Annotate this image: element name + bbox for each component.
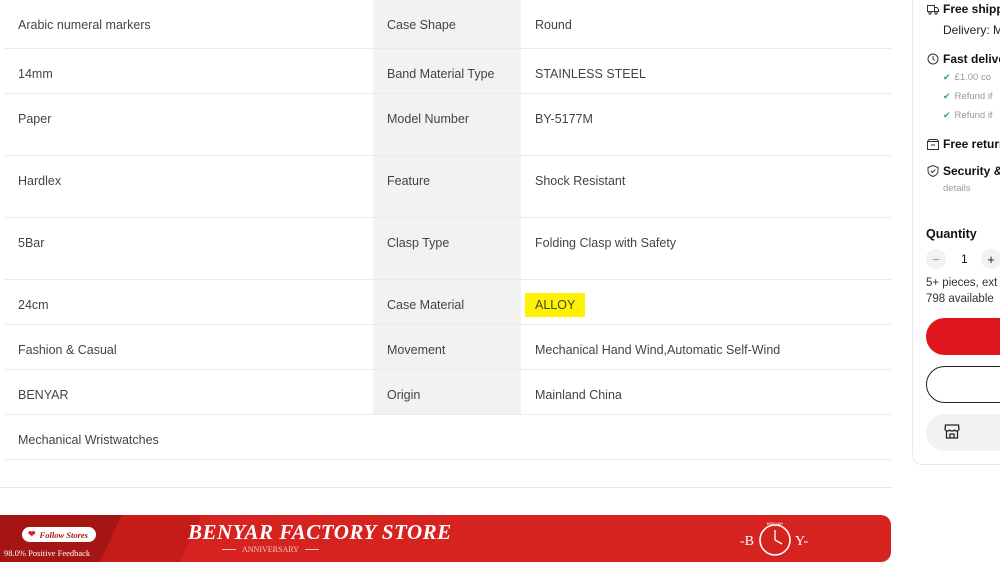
spec-value: 14mm — [4, 48, 373, 94]
spec-label: Model Number — [373, 93, 521, 156]
spec-value: Hardlex — [4, 155, 373, 218]
heart-icon: ❤ — [28, 529, 36, 539]
quantity-label: Quantity — [926, 227, 977, 241]
spec-row: Hardlex Feature Shock Resistant — [4, 155, 892, 218]
spec-label: Clasp Type — [373, 217, 521, 280]
security-title: Security & — [943, 164, 1000, 178]
section-divider — [0, 487, 892, 488]
spec-row: Paper Model Number BY-5177M — [4, 93, 892, 156]
truck-icon — [927, 3, 939, 15]
buy-now-button[interactable] — [926, 318, 1000, 355]
spec-row: 14mm Band Material Type STAINLESS STEEL — [4, 48, 892, 94]
spec-value: 5Bar — [4, 217, 373, 280]
logo-small-text: BENYAR — [767, 521, 783, 526]
delivery-text: Delivery: M — [943, 23, 1000, 37]
store-banner[interactable]: ❤ Follow Stores 98.0% Positive Feedback … — [0, 515, 891, 562]
tagline-line — [222, 549, 236, 550]
spec-value: Round — [521, 0, 892, 49]
check-icon: ✔ — [943, 110, 951, 120]
free-returns-title: Free return — [943, 137, 1000, 151]
store-icon — [944, 424, 960, 444]
spec-row: Arabic numeral markers Case Shape Round — [4, 0, 892, 49]
store-name[interactable]: BENYAR FACTORY STORE — [188, 520, 452, 545]
spec-value: Paper — [4, 93, 373, 156]
spec-value: Fashion & Casual — [4, 324, 373, 370]
follow-label: Follow Stores — [39, 529, 88, 540]
free-shipping-title: Free shipp — [943, 2, 1000, 16]
follow-store-button[interactable]: ❤ Follow Stores — [22, 527, 96, 542]
fast-delivery-item: ✔ Refund if — [943, 110, 993, 121]
check-icon: ✔ — [943, 91, 951, 101]
fast-delivery-item: ✔ £1.00 co — [943, 72, 991, 83]
spec-label: Case Material — [373, 279, 521, 325]
quantity-increase-button[interactable]: + — [981, 249, 1000, 269]
spec-label: Movement — [373, 324, 521, 370]
spec-label: Case Shape — [373, 0, 521, 49]
fast-delivery-item-text: Refund if — [954, 91, 993, 102]
logo-right-text: Y- — [795, 534, 809, 549]
spec-label: Origin — [373, 369, 521, 415]
clock-icon — [927, 53, 939, 65]
spec-value: Mechanical Wristwatches — [4, 414, 373, 460]
purchase-sidebar: Free shipp Delivery: M Fast delive ✔ £1.0… — [912, 0, 1000, 465]
visit-store-button[interactable] — [926, 414, 1000, 451]
spec-value: STAINLESS STEEL — [521, 48, 892, 94]
fast-delivery-item-text: Refund if — [954, 110, 993, 121]
spec-value: Arabic numeral markers — [4, 0, 373, 49]
security-row: Security & — [927, 164, 1000, 178]
logo-left-text: -B — [740, 534, 754, 549]
spec-value — [521, 414, 892, 460]
fast-delivery-title: Fast delive — [943, 52, 1000, 66]
spec-value: BENYAR — [4, 369, 373, 415]
spec-value: BY-5177M — [521, 93, 892, 156]
fast-delivery-row: Fast delive — [927, 52, 1000, 66]
bulk-pieces-note: 5+ pieces, ext — [926, 277, 998, 289]
tagline-text: ANNIVERSARY — [242, 545, 299, 554]
security-details-link[interactable]: details — [943, 183, 970, 194]
spec-value-cell: ALLOY — [521, 279, 892, 325]
store-tagline: ANNIVERSARY — [222, 545, 319, 554]
benyar-logo-icon: -B Y- BENYAR — [740, 521, 809, 556]
fast-delivery-item-text: £1.00 co — [954, 72, 991, 83]
fast-delivery-item: ✔ Refund if — [943, 91, 993, 102]
free-shipping-row: Free shipp — [927, 2, 1000, 16]
spec-value: Shock Resistant — [521, 155, 892, 218]
shield-icon — [927, 165, 939, 177]
stock-available: 798 available — [926, 293, 994, 305]
spec-value: Mechanical Hand Wind,Automatic Self-Wind — [521, 324, 892, 370]
spec-value: Folding Clasp with Safety — [521, 217, 892, 280]
quantity-decrease-button[interactable]: − — [926, 249, 946, 269]
spec-value: Mainland China — [521, 369, 892, 415]
spec-row: 5Bar Clasp Type Folding Clasp with Safet… — [4, 217, 892, 280]
spec-row: Fashion & Casual Movement Mechanical Han… — [4, 324, 892, 370]
specifications-table: Arabic numeral markers Case Shape Round … — [4, 0, 892, 460]
return-box-icon — [927, 138, 939, 150]
positive-feedback: 98.0% Positive Feedback — [4, 548, 91, 558]
spec-value: 24cm — [4, 279, 373, 325]
spec-label: Feature — [373, 155, 521, 218]
spec-label — [373, 414, 521, 460]
add-to-cart-button[interactable] — [926, 366, 1000, 403]
check-icon: ✔ — [943, 72, 951, 82]
highlighted-spec-value: ALLOY — [525, 292, 586, 317]
spec-label: Band Material Type — [373, 48, 521, 94]
spec-row: 24cm Case Material ALLOY — [4, 279, 892, 325]
spec-row: Mechanical Wristwatches — [4, 414, 892, 460]
tagline-line — [304, 549, 319, 550]
quantity-value[interactable]: 1 — [961, 252, 968, 266]
free-returns-row: Free return — [927, 137, 1000, 151]
spec-row: BENYAR Origin Mainland China — [4, 369, 892, 415]
